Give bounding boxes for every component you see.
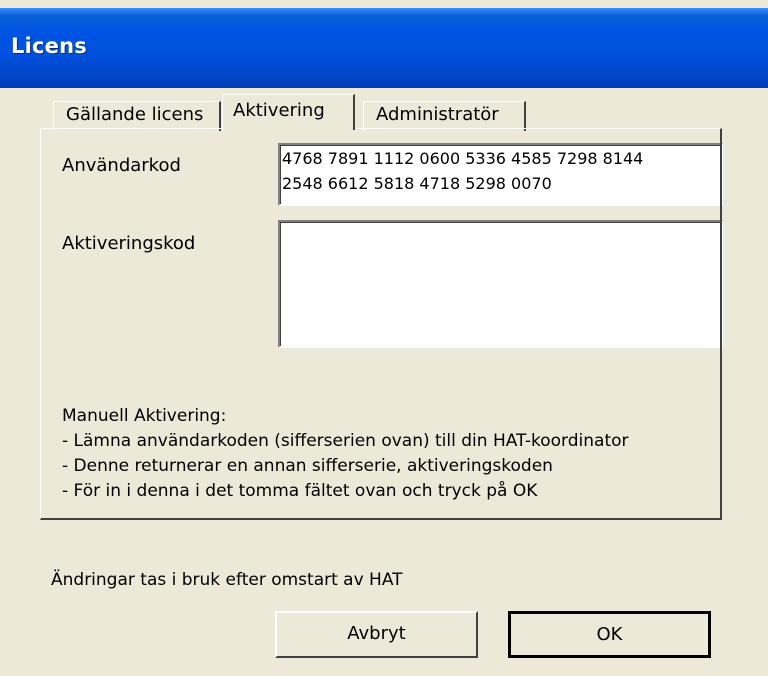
activation-panel bbox=[40, 128, 722, 520]
ok-button-label: OK bbox=[596, 624, 623, 645]
tab-administrator[interactable]: Administratör bbox=[363, 101, 526, 131]
cancel-button[interactable]: Avbryt bbox=[275, 611, 478, 658]
tab-current-license[interactable]: Gällande licens bbox=[53, 101, 221, 131]
tab-activation[interactable]: Aktivering bbox=[222, 94, 355, 130]
window-title: Licens bbox=[11, 34, 87, 58]
restart-note: Ändringar tas i bruk efter omstart av HA… bbox=[51, 570, 403, 590]
title-bar[interactable]: Licens bbox=[0, 8, 768, 88]
tab-activation-label: Aktivering bbox=[233, 100, 325, 121]
ok-button[interactable]: OK bbox=[508, 611, 711, 658]
license-dialog: Licens Gällande licens Aktivering Admini… bbox=[0, 0, 768, 676]
tab-administrator-label: Administratör bbox=[376, 104, 499, 125]
cancel-button-label: Avbryt bbox=[347, 623, 406, 644]
tab-current-license-label: Gällande licens bbox=[66, 104, 204, 125]
